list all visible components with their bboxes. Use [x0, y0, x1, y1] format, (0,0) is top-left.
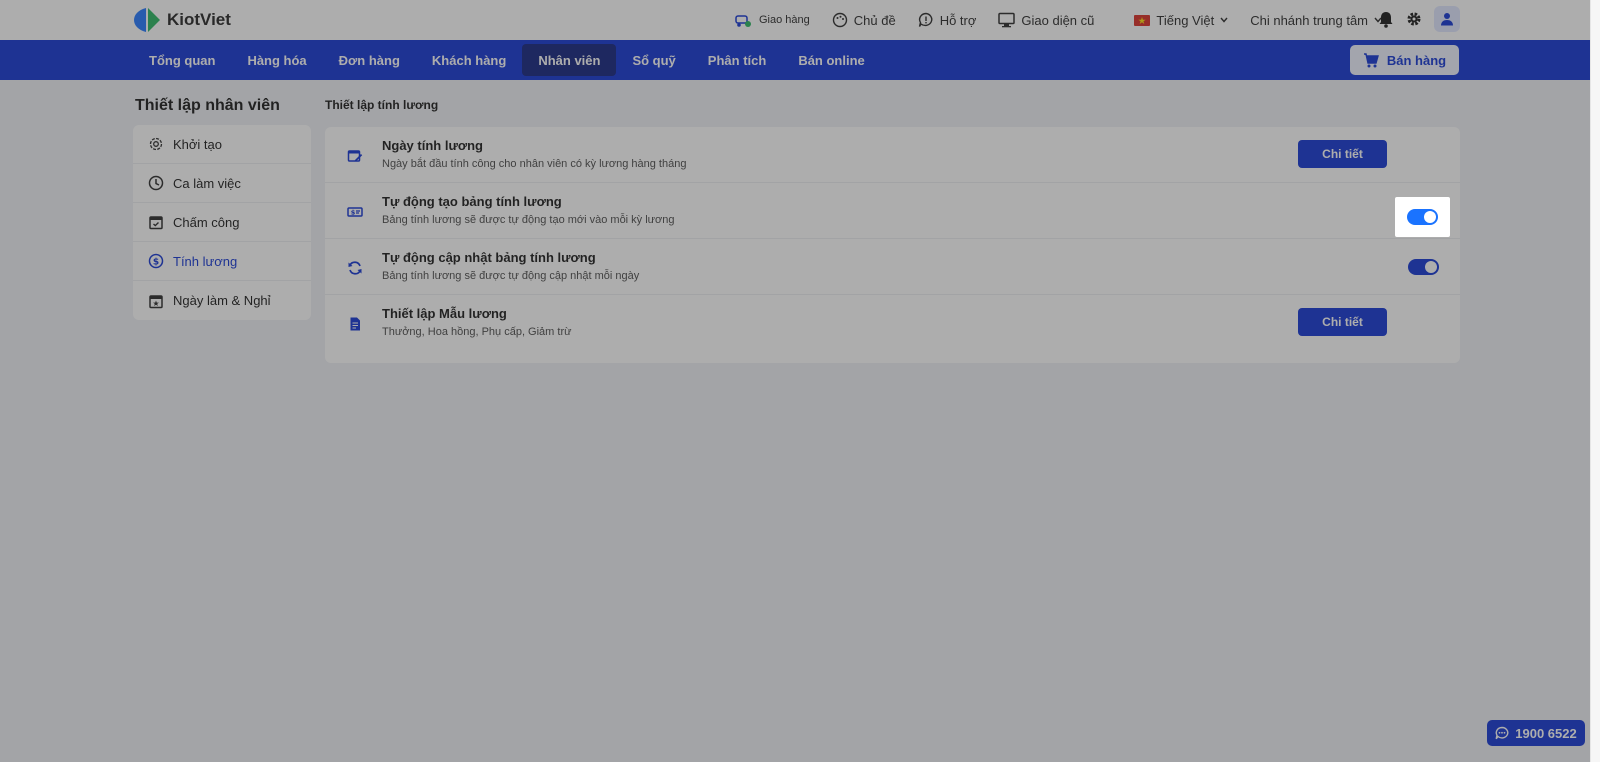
theme-link[interactable]: Chủ đề — [832, 12, 896, 28]
setting-row-auto-create: $ Tự động tạo bảng tính lương Bảng tính … — [325, 183, 1460, 239]
chevron-down-icon — [1220, 17, 1228, 23]
old-ui-label: Giao diện cũ — [1021, 12, 1095, 28]
delivery-icon — [735, 15, 751, 27]
kiotviet-logo-icon — [134, 8, 160, 32]
hotline-button[interactable]: 1900 6522 — [1487, 720, 1585, 746]
support-link[interactable]: Hỗ trợ — [918, 12, 977, 28]
nav-tong-quan[interactable]: Tổng quan — [133, 44, 231, 76]
page-scrollbar[interactable] — [1590, 0, 1600, 762]
sidebar-item-ca-lam-viec[interactable]: Ca làm việc — [133, 164, 311, 203]
svg-text:$: $ — [153, 258, 159, 268]
app-page: KiotViet Giao hàng Chủ đề Hỗ trợ Giao di… — [0, 0, 1590, 762]
dollar-circle-icon: $ — [148, 253, 164, 269]
setting-title: Tự động tạo bảng tính lương — [382, 194, 562, 209]
monitor-icon — [998, 12, 1016, 28]
detail-button[interactable]: Chi tiết — [1298, 308, 1387, 336]
sidebar-item-label: Ca làm việc — [173, 175, 241, 191]
sidebar-item-label: Ngày làm & Nghỉ — [173, 293, 271, 308]
setting-description: Thưởng, Hoa hồng, Phụ cấp, Giảm trừ — [382, 326, 572, 338]
sell-label: Bán hàng — [1386, 52, 1447, 68]
chat-bubble-icon — [1495, 726, 1509, 740]
nav-nhan-vien[interactable]: Nhân viên — [522, 44, 617, 76]
toggle-knob — [1425, 261, 1437, 273]
cart-icon — [1363, 52, 1379, 67]
gear-icon — [149, 137, 163, 151]
nav-phan-tich[interactable]: Phân tích — [692, 44, 783, 76]
nav-khach-hang[interactable]: Khách hàng — [416, 44, 522, 76]
setting-description: Ngày bắt đầu tính công cho nhân viên có … — [382, 158, 687, 170]
top-bar: KiotViet Giao hàng Chủ đề Hỗ trợ Giao di… — [0, 0, 1590, 40]
calendar-check-icon — [149, 216, 163, 230]
branch-label: Chi nhánh trung tâm — [1250, 12, 1369, 28]
setting-description: Bảng tính lương sẽ được tự động tạo mới … — [382, 214, 675, 226]
delivery-link[interactable]: Giao hàng — [735, 12, 810, 28]
toggle-knob — [1424, 211, 1436, 223]
user-icon — [1441, 13, 1453, 26]
sidebar-item-label: Chấm công — [173, 214, 240, 230]
setting-row-payroll-date: Ngày tính lương Ngày bắt đầu tính công c… — [325, 127, 1460, 183]
palette-icon — [832, 12, 847, 28]
svg-text:$: $ — [351, 209, 356, 217]
settings-sidebar: Khởi tạo Ca làm việc Chấm công $ Tính lư… — [133, 125, 311, 320]
document-icon — [350, 317, 360, 331]
main-navbar: Tổng quan Hàng hóa Đơn hàng Khách hàng N… — [0, 40, 1590, 80]
nav-ban-online[interactable]: Bán online — [782, 44, 880, 76]
setting-title: Tự động cập nhật bảng tính lương — [382, 250, 596, 265]
old-ui-link[interactable]: Giao diện cũ — [998, 12, 1094, 28]
delivery-label: Giao hàng — [759, 14, 810, 26]
brand-name: KiotViet — [167, 10, 231, 29]
sidebar-item-label: Khởi tạo — [173, 136, 222, 152]
detail-button[interactable]: Chi tiết — [1298, 140, 1387, 168]
language-label: Tiếng Việt — [1156, 12, 1215, 28]
sidebar-item-ngay-lam-nghi[interactable]: Ngày làm & Nghỉ — [133, 281, 311, 320]
refresh-icon — [348, 261, 362, 275]
user-avatar[interactable] — [1434, 6, 1460, 32]
chat-alert-icon — [918, 12, 933, 27]
auto-create-toggle[interactable] — [1407, 209, 1438, 225]
setting-title: Thiết lập Mẫu lương — [382, 306, 507, 321]
nav-don-hang[interactable]: Đơn hàng — [323, 44, 416, 76]
calendar-star-icon — [149, 294, 163, 308]
nav-so-quy[interactable]: Sổ quỹ — [616, 44, 691, 76]
sidebar-item-tinh-luong[interactable]: $ Tính lương — [133, 242, 311, 281]
setting-row-auto-update: Tự động cập nhật bảng tính lương Bảng tí… — [325, 239, 1460, 295]
gear-icon[interactable] — [1406, 11, 1422, 27]
theme-label: Chủ đề — [853, 12, 896, 28]
sidebar-item-khoi-tao[interactable]: Khởi tạo — [133, 125, 311, 164]
setting-row-salary-template: Thiết lập Mẫu lương Thưởng, Hoa hồng, Ph… — [325, 295, 1460, 351]
vietnam-flag-icon — [1134, 14, 1151, 26]
sidebar-item-label: Tính lương — [173, 253, 238, 269]
money-bill-icon: $ — [347, 207, 363, 217]
branch-select[interactable]: Chi nhánh trung tâm — [1250, 13, 1382, 28]
setting-description: Bảng tính lương sẽ được tự động cập nhật… — [382, 270, 640, 282]
calendar-edit-icon — [347, 150, 363, 162]
auto-update-toggle[interactable] — [1408, 259, 1439, 275]
section-title: Thiết lập tính lương — [325, 98, 439, 112]
language-select[interactable]: Tiếng Việt — [1134, 13, 1228, 28]
clock-icon — [148, 175, 164, 191]
sell-button[interactable]: Bán hàng — [1350, 45, 1459, 75]
payroll-settings-card: Ngày tính lương Ngày bắt đầu tính công c… — [325, 127, 1460, 363]
sidebar-title: Thiết lập nhân viên — [135, 97, 280, 114]
bell-icon[interactable] — [1378, 11, 1394, 28]
nav-hang-hoa[interactable]: Hàng hóa — [231, 44, 322, 76]
setting-title: Ngày tính lương — [382, 138, 483, 153]
sidebar-item-cham-cong[interactable]: Chấm công — [133, 203, 311, 242]
brand-logo[interactable]: KiotViet — [133, 7, 231, 33]
support-label: Hỗ trợ — [939, 12, 977, 28]
hotline-number: 1900 6522 — [1515, 725, 1577, 741]
